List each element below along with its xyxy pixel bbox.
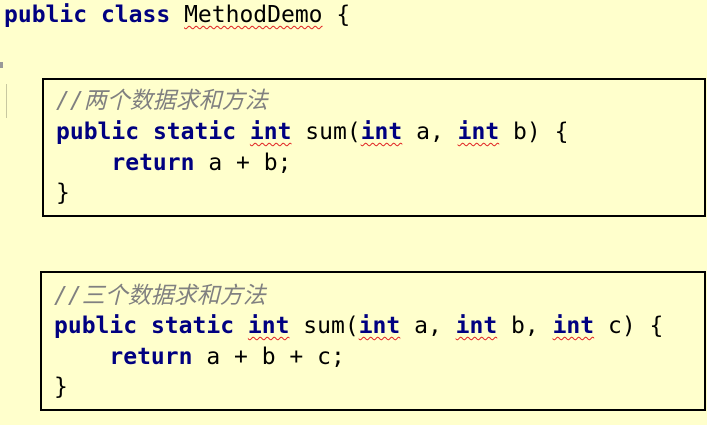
class-name: MethodDemo [184, 2, 323, 28]
comment-line[interactable]: //两个数据求和方法 [56, 86, 268, 116]
keyword-public: public [54, 313, 138, 339]
keyword-return: return [111, 150, 195, 176]
param-name: a, [402, 119, 458, 145]
param-name: a, [400, 313, 456, 339]
param-type: int [358, 313, 401, 339]
open-brace: { [322, 2, 351, 28]
comment-line[interactable]: //三个数据求和方法 [54, 281, 266, 311]
method-name: sum( [291, 119, 361, 145]
param-name: b) { [499, 119, 569, 145]
closing-brace[interactable]: } [56, 178, 70, 208]
keyword-public: public [4, 2, 88, 28]
keyword-public: public [56, 119, 140, 145]
gutter-marker [0, 62, 3, 68]
code-editor: { "editor": { "header": { "kw_public": "… [0, 0, 707, 425]
param-type: int [457, 119, 500, 145]
param-name: b, [497, 313, 553, 339]
return-expression: a + b; [194, 150, 292, 176]
keyword-return: return [109, 344, 193, 370]
keyword-static: static [150, 313, 235, 339]
return-expression: a + b + c; [192, 344, 345, 370]
close-brace: } [56, 180, 70, 206]
param-type: int [552, 313, 595, 339]
comment-text: //三个数据求和方法 [54, 283, 266, 309]
method-name: sum( [289, 313, 359, 339]
keyword-class: class [100, 2, 171, 28]
comment-text: //两个数据求和方法 [56, 88, 268, 114]
method-signature[interactable]: public static int sum(int a, int b, int … [54, 311, 663, 341]
fold-guide [6, 84, 7, 118]
return-statement[interactable]: return a + b + c; [54, 342, 345, 372]
method-signature[interactable]: public static int sum(int a, int b) { [56, 117, 568, 147]
close-brace: } [54, 374, 68, 400]
return-type: int [249, 119, 292, 145]
closing-brace[interactable]: } [54, 372, 68, 402]
param-name: c) { [594, 313, 664, 339]
return-statement[interactable]: return a + b; [56, 148, 291, 178]
param-type: int [360, 119, 403, 145]
return-type: int [247, 313, 290, 339]
param-type: int [455, 313, 498, 339]
class-declaration[interactable]: public class MethodDemo { [4, 0, 350, 30]
keyword-static: static [152, 119, 237, 145]
